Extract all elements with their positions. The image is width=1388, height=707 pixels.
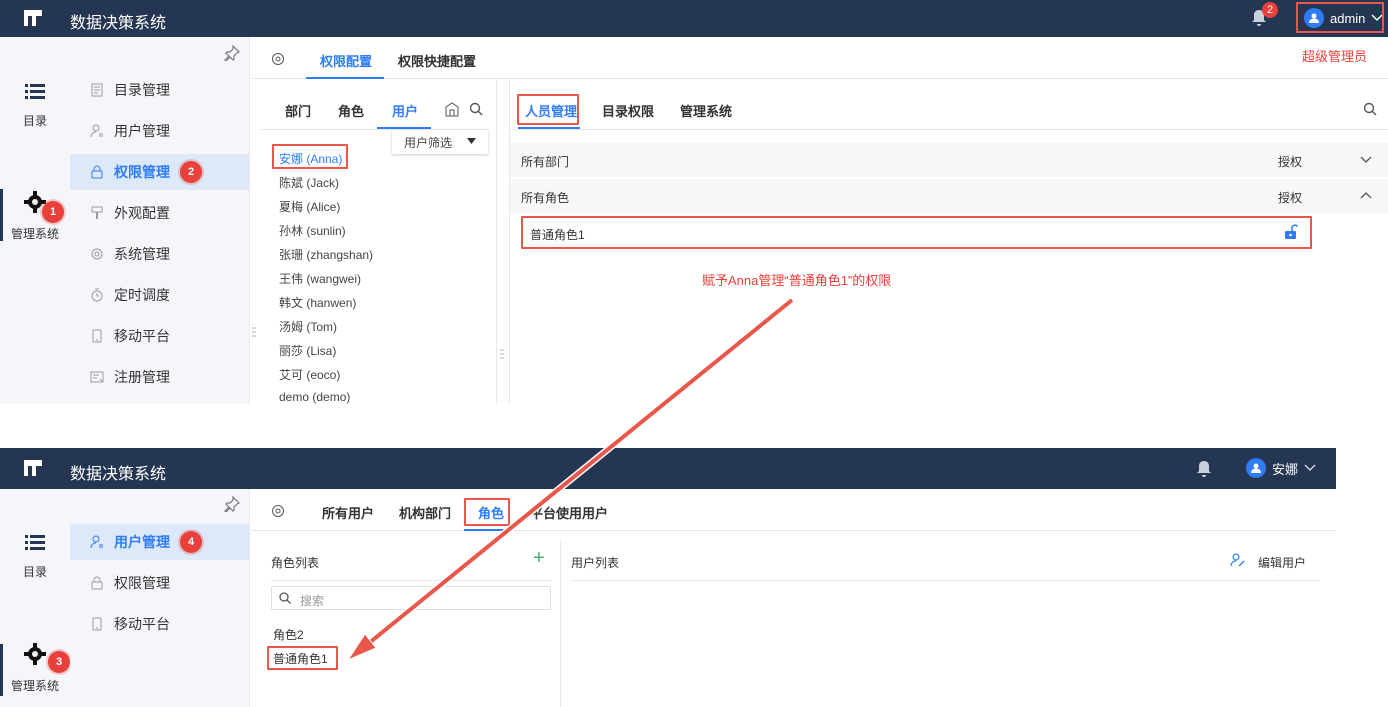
annotation-arrow — [346, 297, 795, 662]
